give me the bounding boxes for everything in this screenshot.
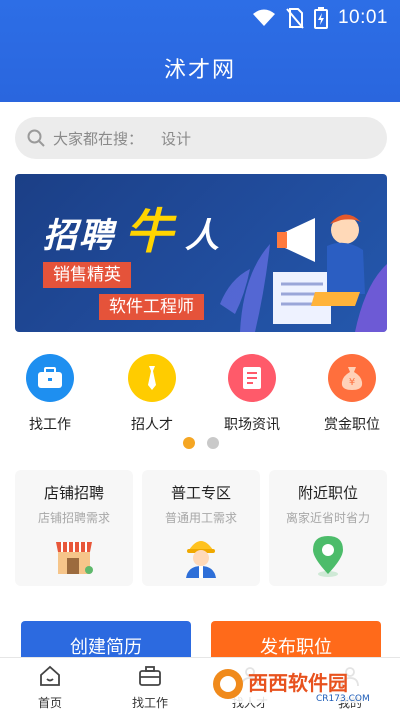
quick-label: 招人才: [131, 417, 173, 433]
tab-find-job[interactable]: 找工作: [100, 664, 200, 710]
quick-hire[interactable]: 招人才: [112, 354, 192, 434]
quick-bounty-jobs[interactable]: ¥ 赏金职位: [312, 354, 392, 434]
quick-entry-row: 找工作 招人才 职场资讯 ¥ 赏金职位: [0, 354, 400, 434]
card-title: 店铺招聘: [43, 484, 104, 502]
tie-icon: [128, 354, 176, 402]
location-pin-icon: [313, 536, 343, 577]
tab-label: 首页: [37, 696, 62, 710]
money-bag-icon: ¥: [328, 354, 376, 402]
card-title: 普工专区: [170, 484, 231, 502]
shop-icon: [56, 542, 93, 574]
recruit-banner[interactable]: 招聘 牛 人 销售精英 软件工程师: [15, 174, 387, 332]
search-bar[interactable]: 大家都在搜： 设计: [15, 117, 387, 159]
page-title: 沭才网: [163, 58, 236, 83]
status-bar: 10:01: [252, 6, 388, 30]
svg-text:西西软件园: 西西软件园: [248, 671, 348, 695]
search-keyword[interactable]: 设计: [161, 128, 191, 149]
card-general-labor[interactable]: 普工专区 普通用工需求: [142, 470, 260, 586]
site-watermark-logo: 西西软件园 CR173.COM: [208, 665, 398, 704]
card-shop-recruit[interactable]: 店铺招聘 店铺招聘需求: [15, 470, 133, 586]
pager-dot[interactable]: [207, 437, 219, 449]
quick-label: 赏金职位: [324, 417, 380, 433]
tab-home[interactable]: 首页: [0, 664, 100, 710]
news-icon: [228, 354, 276, 402]
tab-label: 找工作: [131, 696, 168, 710]
quick-label: 找工作: [29, 417, 71, 433]
no-sim-icon: [286, 8, 304, 29]
home-icon: [40, 665, 60, 686]
battery-charging-icon: [313, 7, 328, 29]
svg-text:CR173.COM: CR173.COM: [316, 694, 370, 704]
banner-illustration: [220, 214, 387, 332]
quick-news[interactable]: 职场资讯: [212, 354, 292, 434]
card-subtitle: 店铺招聘需求: [37, 511, 110, 525]
search-icon: [27, 129, 45, 147]
card-nearby-jobs[interactable]: 附近职位 离家近省时省力: [269, 470, 387, 586]
pager-dots: [183, 437, 219, 449]
search-label: 大家都在搜：: [53, 129, 144, 148]
card-subtitle: 普通用工需求: [164, 511, 237, 525]
app-header: 10:01 沭才网: [0, 0, 400, 102]
pager-dot-active[interactable]: [183, 437, 195, 449]
worker-icon: [186, 541, 216, 578]
quick-find-job[interactable]: 找工作: [10, 354, 90, 434]
quick-label: 职场资讯: [224, 417, 280, 433]
wifi-icon: [252, 9, 275, 26]
briefcase-icon: [139, 666, 161, 686]
status-time: 10:01: [337, 7, 388, 28]
card-subtitle: 离家近省时省力: [285, 511, 370, 525]
feature-cards: 店铺招聘 店铺招聘需求 普工专区 普通用工需求 附近职位 离家近省时省力: [15, 470, 387, 586]
svg-text:¥: ¥: [349, 377, 355, 388]
card-title: 附近职位: [297, 484, 358, 502]
briefcase-icon: [26, 354, 74, 402]
